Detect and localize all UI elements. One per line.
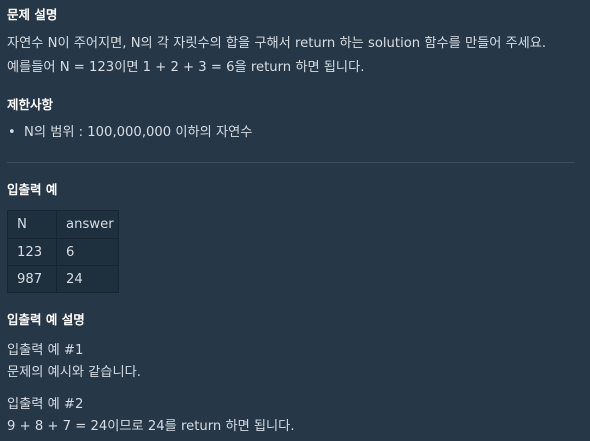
problem-description-heading: 문제 설명 xyxy=(7,7,58,22)
table-header-cell: answer xyxy=(56,210,119,239)
example-1-text: 문제의 예시와 같습니다. xyxy=(7,365,141,380)
constraint-item: • N의 범위 : 100,000,000 이하의 자연수 xyxy=(7,124,252,142)
example-1-title: 입출력 예 #1 xyxy=(7,343,84,358)
constraints-heading: 제한사항 xyxy=(7,97,54,112)
section-divider xyxy=(7,162,575,163)
io-explanation-heading: 입출력 예 설명 xyxy=(7,312,85,327)
table-cell: 24 xyxy=(56,265,119,293)
constraint-item-text: N의 범위 : 100,000,000 이하의 자연수 xyxy=(24,125,253,140)
example-2-title: 입출력 예 #2 xyxy=(7,397,84,412)
table-header-cell: N xyxy=(7,210,57,239)
problem-description-line-1: 자연수 N이 주어지면, N의 각 자릿수의 합을 구해서 return 하는 … xyxy=(7,36,547,51)
table-cell: 6 xyxy=(56,238,119,266)
table-cell: 123 xyxy=(7,238,57,266)
example-2-text: 9 + 8 + 7 = 24이므로 24를 return 하면 됩니다. xyxy=(7,419,295,434)
table-header-row: N answer xyxy=(7,210,119,239)
problem-description-line-2: 예를들어 N = 123이면 1 + 2 + 3 = 6을 return 하면 … xyxy=(7,60,365,75)
table-row: 123 6 xyxy=(7,238,119,266)
bullet-icon: • xyxy=(8,125,16,140)
constraints-list: • N의 범위 : 100,000,000 이하의 자연수 xyxy=(7,124,252,142)
io-examples-heading: 입출력 예 xyxy=(7,182,58,197)
table-cell: 987 xyxy=(7,265,57,293)
table-row: 987 24 xyxy=(7,265,119,293)
io-examples-table: N answer 123 6 987 24 xyxy=(7,210,119,293)
